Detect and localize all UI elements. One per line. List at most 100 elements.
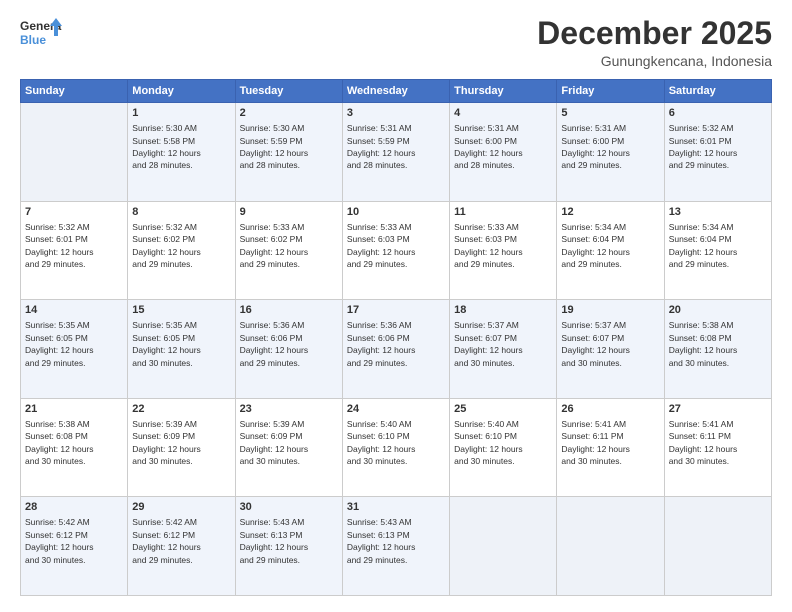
calendar-cell: 6 Sunrise: 5:32 AMSunset: 6:01 PMDayligh… — [664, 103, 771, 202]
day-info: Sunrise: 5:34 AMSunset: 6:04 PMDaylight:… — [669, 222, 738, 269]
calendar-cell: 8 Sunrise: 5:32 AMSunset: 6:02 PMDayligh… — [128, 201, 235, 300]
calendar-cell: 12 Sunrise: 5:34 AMSunset: 6:04 PMDaylig… — [557, 201, 664, 300]
day-info: Sunrise: 5:35 AMSunset: 6:05 PMDaylight:… — [25, 320, 94, 367]
day-info: Sunrise: 5:32 AMSunset: 6:02 PMDaylight:… — [132, 222, 201, 269]
calendar-day-header: Tuesday — [235, 80, 342, 103]
day-info: Sunrise: 5:37 AMSunset: 6:07 PMDaylight:… — [561, 320, 630, 367]
day-number: 11 — [454, 205, 552, 220]
calendar-cell: 9 Sunrise: 5:33 AMSunset: 6:02 PMDayligh… — [235, 201, 342, 300]
day-info: Sunrise: 5:39 AMSunset: 6:09 PMDaylight:… — [240, 419, 309, 466]
calendar-cell: 21 Sunrise: 5:38 AMSunset: 6:08 PMDaylig… — [21, 398, 128, 497]
day-number: 9 — [240, 205, 338, 220]
day-number: 26 — [561, 402, 659, 417]
calendar-cell: 31 Sunrise: 5:43 AMSunset: 6:13 PMDaylig… — [342, 497, 449, 596]
calendar-cell: 25 Sunrise: 5:40 AMSunset: 6:10 PMDaylig… — [450, 398, 557, 497]
calendar-cell: 28 Sunrise: 5:42 AMSunset: 6:12 PMDaylig… — [21, 497, 128, 596]
calendar-day-header: Friday — [557, 80, 664, 103]
calendar-week-row: 1 Sunrise: 5:30 AMSunset: 5:58 PMDayligh… — [21, 103, 772, 202]
day-number: 6 — [669, 106, 767, 121]
calendar-cell: 24 Sunrise: 5:40 AMSunset: 6:10 PMDaylig… — [342, 398, 449, 497]
calendar-cell: 17 Sunrise: 5:36 AMSunset: 6:06 PMDaylig… — [342, 300, 449, 399]
calendar-cell: 22 Sunrise: 5:39 AMSunset: 6:09 PMDaylig… — [128, 398, 235, 497]
day-number: 31 — [347, 500, 445, 515]
day-number: 10 — [347, 205, 445, 220]
day-number: 23 — [240, 402, 338, 417]
calendar-week-row: 7 Sunrise: 5:32 AMSunset: 6:01 PMDayligh… — [21, 201, 772, 300]
calendar-cell: 5 Sunrise: 5:31 AMSunset: 6:00 PMDayligh… — [557, 103, 664, 202]
day-number: 19 — [561, 303, 659, 318]
day-number: 1 — [132, 106, 230, 121]
day-number: 30 — [240, 500, 338, 515]
calendar-cell — [21, 103, 128, 202]
day-number: 18 — [454, 303, 552, 318]
calendar-week-row: 28 Sunrise: 5:42 AMSunset: 6:12 PMDaylig… — [21, 497, 772, 596]
day-info: Sunrise: 5:33 AMSunset: 6:02 PMDaylight:… — [240, 222, 309, 269]
calendar-cell: 23 Sunrise: 5:39 AMSunset: 6:09 PMDaylig… — [235, 398, 342, 497]
calendar-cell: 29 Sunrise: 5:42 AMSunset: 6:12 PMDaylig… — [128, 497, 235, 596]
title-block: December 2025 Gunungkencana, Indonesia — [537, 16, 772, 69]
day-number: 16 — [240, 303, 338, 318]
calendar-cell: 11 Sunrise: 5:33 AMSunset: 6:03 PMDaylig… — [450, 201, 557, 300]
day-info: Sunrise: 5:43 AMSunset: 6:13 PMDaylight:… — [240, 517, 309, 564]
calendar-day-header: Sunday — [21, 80, 128, 103]
logo-svg: General Blue — [20, 16, 62, 52]
day-number: 28 — [25, 500, 123, 515]
day-number: 22 — [132, 402, 230, 417]
calendar-week-row: 14 Sunrise: 5:35 AMSunset: 6:05 PMDaylig… — [21, 300, 772, 399]
day-info: Sunrise: 5:37 AMSunset: 6:07 PMDaylight:… — [454, 320, 523, 367]
header: General Blue December 2025 Gunungkencana… — [20, 16, 772, 69]
day-info: Sunrise: 5:31 AMSunset: 6:00 PMDaylight:… — [561, 123, 630, 170]
day-info: Sunrise: 5:32 AMSunset: 6:01 PMDaylight:… — [25, 222, 94, 269]
day-number: 25 — [454, 402, 552, 417]
calendar-week-row: 21 Sunrise: 5:38 AMSunset: 6:08 PMDaylig… — [21, 398, 772, 497]
calendar-table: SundayMondayTuesdayWednesdayThursdayFrid… — [20, 79, 772, 596]
day-number: 17 — [347, 303, 445, 318]
day-number: 4 — [454, 106, 552, 121]
day-number: 15 — [132, 303, 230, 318]
calendar-cell: 1 Sunrise: 5:30 AMSunset: 5:58 PMDayligh… — [128, 103, 235, 202]
calendar-day-header: Thursday — [450, 80, 557, 103]
day-info: Sunrise: 5:41 AMSunset: 6:11 PMDaylight:… — [669, 419, 738, 466]
day-info: Sunrise: 5:30 AMSunset: 5:58 PMDaylight:… — [132, 123, 201, 170]
calendar-cell: 16 Sunrise: 5:36 AMSunset: 6:06 PMDaylig… — [235, 300, 342, 399]
calendar-cell: 10 Sunrise: 5:33 AMSunset: 6:03 PMDaylig… — [342, 201, 449, 300]
calendar-cell: 14 Sunrise: 5:35 AMSunset: 6:05 PMDaylig… — [21, 300, 128, 399]
day-number: 3 — [347, 106, 445, 121]
day-info: Sunrise: 5:42 AMSunset: 6:12 PMDaylight:… — [25, 517, 94, 564]
calendar-cell: 13 Sunrise: 5:34 AMSunset: 6:04 PMDaylig… — [664, 201, 771, 300]
calendar-day-header: Monday — [128, 80, 235, 103]
day-info: Sunrise: 5:31 AMSunset: 6:00 PMDaylight:… — [454, 123, 523, 170]
month-title: December 2025 — [537, 16, 772, 51]
calendar-cell: 26 Sunrise: 5:41 AMSunset: 6:11 PMDaylig… — [557, 398, 664, 497]
calendar-cell — [450, 497, 557, 596]
day-info: Sunrise: 5:30 AMSunset: 5:59 PMDaylight:… — [240, 123, 309, 170]
day-number: 20 — [669, 303, 767, 318]
calendar-day-header: Saturday — [664, 80, 771, 103]
calendar-cell: 2 Sunrise: 5:30 AMSunset: 5:59 PMDayligh… — [235, 103, 342, 202]
day-number: 21 — [25, 402, 123, 417]
calendar-day-header: Wednesday — [342, 80, 449, 103]
calendar-cell: 4 Sunrise: 5:31 AMSunset: 6:00 PMDayligh… — [450, 103, 557, 202]
calendar-cell — [557, 497, 664, 596]
day-info: Sunrise: 5:34 AMSunset: 6:04 PMDaylight:… — [561, 222, 630, 269]
day-number: 8 — [132, 205, 230, 220]
calendar-cell — [664, 497, 771, 596]
day-info: Sunrise: 5:40 AMSunset: 6:10 PMDaylight:… — [347, 419, 416, 466]
day-number: 27 — [669, 402, 767, 417]
calendar-cell: 30 Sunrise: 5:43 AMSunset: 6:13 PMDaylig… — [235, 497, 342, 596]
svg-text:Blue: Blue — [20, 33, 46, 47]
day-number: 29 — [132, 500, 230, 515]
calendar-cell: 27 Sunrise: 5:41 AMSunset: 6:11 PMDaylig… — [664, 398, 771, 497]
calendar-cell: 19 Sunrise: 5:37 AMSunset: 6:07 PMDaylig… — [557, 300, 664, 399]
calendar-header-row: SundayMondayTuesdayWednesdayThursdayFrid… — [21, 80, 772, 103]
day-number: 2 — [240, 106, 338, 121]
day-info: Sunrise: 5:43 AMSunset: 6:13 PMDaylight:… — [347, 517, 416, 564]
logo: General Blue — [20, 16, 62, 52]
day-number: 7 — [25, 205, 123, 220]
calendar-cell: 7 Sunrise: 5:32 AMSunset: 6:01 PMDayligh… — [21, 201, 128, 300]
day-info: Sunrise: 5:39 AMSunset: 6:09 PMDaylight:… — [132, 419, 201, 466]
page: General Blue December 2025 Gunungkencana… — [0, 0, 792, 612]
day-info: Sunrise: 5:33 AMSunset: 6:03 PMDaylight:… — [347, 222, 416, 269]
day-number: 12 — [561, 205, 659, 220]
calendar-cell: 20 Sunrise: 5:38 AMSunset: 6:08 PMDaylig… — [664, 300, 771, 399]
